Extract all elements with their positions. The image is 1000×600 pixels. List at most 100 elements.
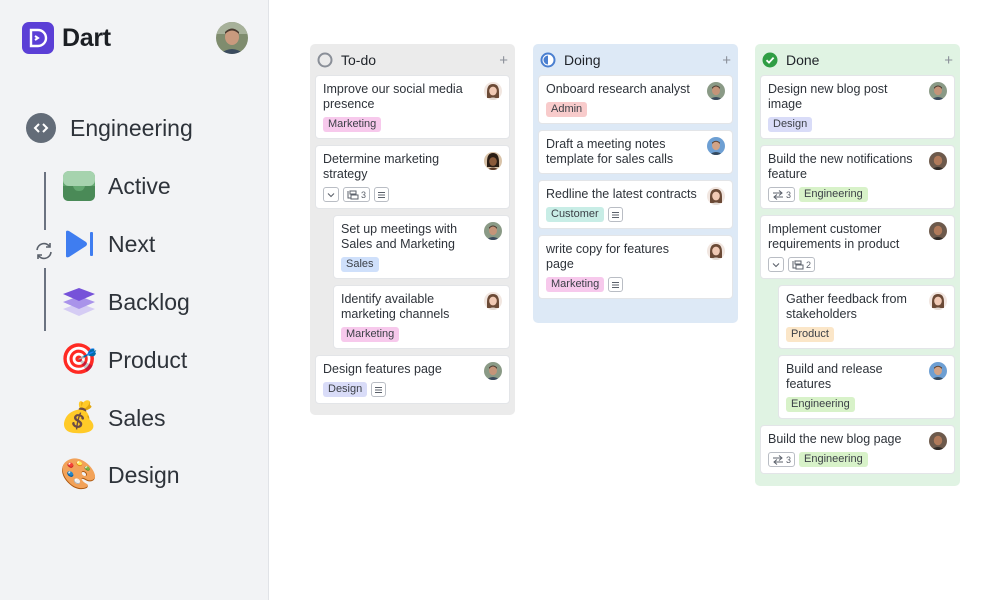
add-task-button[interactable]: + (944, 52, 953, 69)
tree-line (44, 172, 46, 230)
chevron-down-icon (327, 191, 335, 199)
column-doing: Doing + Onboard research analyst Admin D… (533, 44, 738, 323)
task-card[interactable]: Design new blog post image Design (760, 75, 955, 139)
chevron-down-icon (772, 261, 780, 269)
status-done-check-icon (762, 52, 778, 68)
task-title: Improve our social media presence (323, 82, 463, 111)
task-title: Identify available marketing channels (341, 292, 450, 321)
column-done: Done + Design new blog post image Design… (755, 44, 960, 486)
assignee-avatar[interactable] (707, 82, 725, 100)
sidebar-item-active[interactable]: Active (60, 167, 171, 205)
subtask-count: 2 (806, 259, 812, 270)
add-task-button[interactable]: + (499, 52, 508, 69)
tag-badge[interactable]: Engineering (799, 452, 868, 467)
subtask-count-badge[interactable]: 2 (788, 257, 816, 272)
sidebar-item-sales[interactable]: 💰 Sales (60, 399, 166, 437)
task-title: Set up meetings with Sales and Marketing (341, 222, 458, 251)
task-title: Draft a meeting notes template for sales… (546, 137, 674, 166)
sync-icon[interactable] (33, 240, 55, 262)
task-card[interactable]: Redline the latest contracts Customer (538, 180, 733, 229)
target-icon: 🎯 (60, 342, 98, 377)
sidebar-item-design[interactable]: 🎨 Design (60, 456, 180, 494)
task-card[interactable]: Build the new notifications feature 3 En… (760, 145, 955, 209)
description-icon (607, 207, 623, 222)
expand-subtasks-button[interactable] (323, 187, 339, 202)
assignee-avatar[interactable] (484, 292, 502, 310)
subtask-card[interactable]: Build and release features Engineering (778, 355, 955, 419)
assignee-avatar[interactable] (929, 82, 947, 100)
tag-badge[interactable]: Sales (341, 257, 379, 272)
tag-badge[interactable]: Engineering (799, 187, 868, 202)
add-task-button[interactable]: + (722, 52, 731, 69)
subtask-card[interactable]: Gather feedback from stakeholders Produc… (778, 285, 955, 349)
user-avatar[interactable] (216, 22, 248, 54)
dependency-arrows-icon (772, 190, 784, 200)
assignee-avatar[interactable] (484, 362, 502, 380)
column-header: Doing + (540, 51, 731, 69)
assignee-avatar[interactable] (707, 187, 725, 205)
assignee-avatar[interactable] (929, 222, 947, 240)
dependency-count-badge[interactable]: 3 (768, 187, 796, 202)
task-card[interactable]: Implement customer requirements in produ… (760, 215, 955, 279)
sidebar-item-backlog[interactable]: Backlog (60, 283, 190, 321)
space-engineering[interactable]: Engineering (26, 113, 193, 143)
sidebar-item-label: Product (108, 346, 188, 373)
dependency-count-badge[interactable]: 3 (768, 452, 796, 467)
description-icon (371, 382, 387, 397)
task-title: Implement customer requirements in produ… (768, 222, 900, 251)
assignee-avatar[interactable] (484, 152, 502, 170)
assignee-avatar[interactable] (929, 152, 947, 170)
assignee-avatar[interactable] (484, 82, 502, 100)
task-title: Onboard research analyst (546, 82, 690, 96)
sidebar-item-label: Active (108, 172, 171, 199)
status-doing-icon (540, 52, 556, 68)
sidebar-item-label: Sales (108, 404, 166, 431)
sidebar-item-next[interactable]: Next (60, 225, 155, 263)
subtask-card[interactable]: Set up meetings with Sales and Marketing… (333, 215, 510, 279)
expand-subtasks-button[interactable] (768, 257, 784, 272)
description-icon (374, 187, 390, 202)
task-title: Build the new notifications feature (768, 152, 913, 181)
layers-stack-icon (60, 283, 98, 321)
column-todo: To-do + Improve our social media presenc… (310, 44, 515, 415)
task-card[interactable]: Build the new blog page 3 Engineering (760, 425, 955, 474)
task-title: Determine marketing strategy (323, 152, 440, 181)
assignee-avatar[interactable] (484, 222, 502, 240)
task-card[interactable]: Onboard research analyst Admin (538, 75, 733, 124)
subtask-count: 3 (361, 189, 367, 200)
task-card[interactable]: Draft a meeting notes template for sales… (538, 130, 733, 174)
task-card[interactable]: write copy for features page Marketing (538, 235, 733, 299)
tag-badge[interactable]: Marketing (323, 117, 382, 132)
subtask-count-badge[interactable]: 3 (343, 187, 371, 202)
subtask-icon (347, 190, 359, 200)
palette-icon: 🎨 (60, 457, 98, 492)
task-title: Design new blog post image (768, 82, 888, 111)
subtask-card[interactable]: Identify available marketing channels Ma… (333, 285, 510, 349)
app-logo[interactable]: Dart (22, 22, 111, 54)
dependency-count: 3 (786, 189, 792, 200)
assignee-avatar[interactable] (929, 292, 947, 310)
assignee-avatar[interactable] (929, 362, 947, 380)
sidebar-item-label: Design (108, 461, 180, 488)
dependency-count: 3 (786, 454, 792, 465)
tag-badge[interactable]: Product (786, 327, 834, 342)
assignee-avatar[interactable] (707, 242, 725, 260)
space-label: Engineering (70, 114, 193, 141)
tag-badge[interactable]: Marketing (341, 327, 400, 342)
task-card[interactable]: Design features page Design (315, 355, 510, 404)
tag-badge[interactable]: Admin (546, 102, 588, 117)
task-card[interactable]: Improve our social media presence Market… (315, 75, 510, 139)
task-card[interactable]: Determine marketing strategy 3 (315, 145, 510, 209)
assignee-avatar[interactable] (707, 137, 725, 155)
play-next-icon (60, 225, 98, 263)
tag-badge[interactable]: Marketing (546, 277, 605, 292)
assignee-avatar[interactable] (929, 432, 947, 450)
sidebar-item-product[interactable]: 🎯 Product (60, 341, 187, 379)
task-title: Gather feedback from stakeholders (786, 292, 907, 321)
dependency-arrows-icon (772, 455, 784, 465)
tag-badge[interactable]: Customer (546, 207, 604, 222)
tag-badge[interactable]: Design (768, 117, 813, 132)
task-title: Build and release features (786, 362, 883, 391)
tag-badge[interactable]: Design (323, 382, 368, 397)
tag-badge[interactable]: Engineering (786, 397, 855, 412)
